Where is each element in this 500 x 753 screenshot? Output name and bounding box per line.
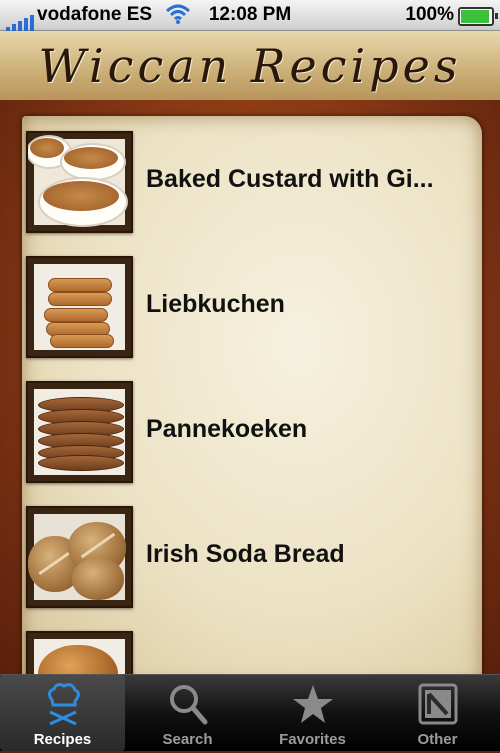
status-bar: vodafone ES 12:08 PM 100% xyxy=(0,0,500,31)
recipe-row[interactable]: Pannekoeken xyxy=(26,378,486,503)
battery-percent: 100% xyxy=(405,4,454,25)
recipe-row[interactable]: Irish Soda Bread xyxy=(26,503,486,628)
soda-bread-image xyxy=(26,506,133,608)
recipe-title: Liebkuchen xyxy=(146,290,285,318)
recipe-row[interactable]: Liebkuchen xyxy=(26,253,486,378)
search-icon xyxy=(167,682,209,725)
star-icon xyxy=(292,682,334,724)
custard-image xyxy=(26,131,133,233)
app-title: Wiccan Recipes xyxy=(38,39,462,93)
battery-icon xyxy=(458,7,498,26)
recipe-title: Irish Soda Bread xyxy=(146,540,345,568)
tab-bar: Recipes Search Favorites Other xyxy=(0,674,500,751)
recipe-title: Pannekoeken xyxy=(146,415,308,443)
tab-other[interactable]: Other xyxy=(375,675,500,751)
tab-label: Recipes xyxy=(33,731,92,748)
tab-label: Other xyxy=(417,731,458,748)
recipe-row[interactable]: Baked Custard with Gi... xyxy=(26,128,486,253)
app-header: Wiccan Recipes xyxy=(0,31,500,103)
chef-hat-icon xyxy=(42,682,84,726)
recipe-title: Baked Custard with Gi... xyxy=(146,165,434,193)
tab-label: Favorites xyxy=(279,731,346,748)
tab-recipes[interactable]: Recipes xyxy=(0,675,125,751)
tab-search[interactable]: Search xyxy=(125,675,250,751)
notebook-icon xyxy=(417,682,459,725)
recipe-list: Baked Custard with Gi... Liebkuchen Pann… xyxy=(26,128,486,753)
pancakes-image xyxy=(26,381,133,483)
tab-favorites[interactable]: Favorites xyxy=(250,675,375,751)
tab-label: Search xyxy=(162,731,213,748)
cookies-image xyxy=(26,256,133,358)
